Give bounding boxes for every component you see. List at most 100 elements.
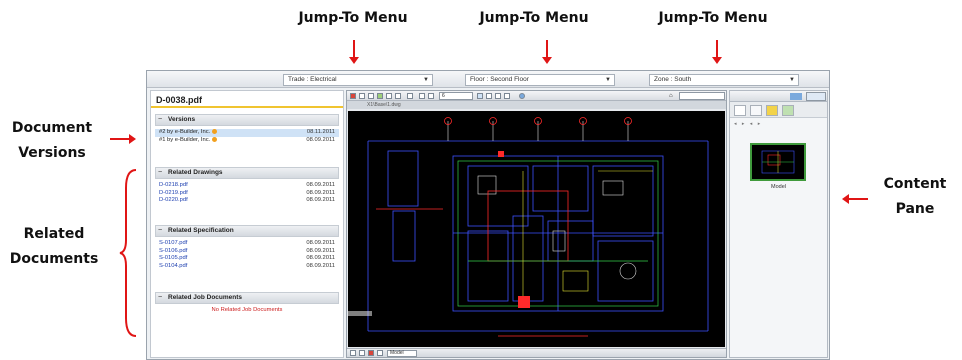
cad-drawing-canvas[interactable] [348, 111, 725, 347]
settings-icon[interactable] [377, 350, 383, 356]
help-icon[interactable] [519, 93, 525, 99]
floor-select-value: Floor : Second Floor [470, 76, 529, 83]
zone-select[interactable]: Zone : South ▼ [649, 74, 799, 86]
markup-tool-icon[interactable] [350, 93, 356, 99]
jump-to-menu-bar: Trade : Electrical ▼ Floor : Second Floor… [147, 71, 829, 88]
chevron-down-icon: ▼ [605, 77, 611, 83]
model-thumbnail-label: Model [771, 184, 786, 190]
model-thumbnail[interactable] [750, 143, 806, 181]
content-pane-label: Content Pane [872, 172, 958, 222]
related-drawing-date: 08.09.2011 [306, 197, 335, 203]
print-icon[interactable] [368, 93, 374, 99]
document-versions-label: Document Versions [0, 116, 104, 166]
undo-icon[interactable] [407, 93, 413, 99]
related-drawing-row[interactable]: D-0219.pdf 08.09.2011 [155, 190, 339, 198]
related-drawings-header[interactable]: Related Drawings [155, 167, 339, 179]
red-curly-brace [119, 169, 137, 337]
chevron-down-icon: ▼ [423, 77, 429, 83]
no-related-job-documents-text: No Related Job Documents [211, 307, 283, 313]
zone-select-value: Zone : South [654, 76, 692, 83]
version-row[interactable]: #2 by e-Builder, Inc. 08.11.2011 [155, 129, 339, 137]
drawing-path: X1\Base\1.dwg [347, 101, 726, 109]
document-title: D-0038.pdf [151, 91, 343, 108]
zoom-select[interactable]: 6 [439, 92, 473, 100]
version-date: 08.11.2011 [306, 129, 335, 135]
related-spec-row[interactable]: S-0104.pdf 08.09.2011 [155, 263, 339, 271]
related-spec-date: 08.09.2011 [306, 240, 335, 246]
related-drawing-link[interactable]: D-0219.pdf [159, 190, 188, 196]
zoom-in-icon[interactable] [486, 93, 492, 99]
related-drawing-row[interactable]: D-0220.pdf 08.09.2011 [155, 197, 339, 205]
nav-arrows-icon[interactable]: ◂ ▸ ◂ ▸ [734, 121, 778, 128]
jump-to-menu-label-2: Jump-To Menu [479, 10, 589, 26]
tab-markups[interactable] [782, 105, 794, 116]
save-icon[interactable] [359, 93, 365, 99]
cad-floor-plan [348, 117, 709, 337]
pan-icon[interactable] [350, 350, 356, 356]
tab-bookmarks[interactable] [750, 105, 762, 116]
layers-icon[interactable] [377, 93, 383, 99]
red-arrow-right [110, 134, 136, 144]
trade-select-value: Trade : Electrical [288, 76, 337, 83]
tab-layers[interactable] [766, 105, 778, 116]
content-pane-line-2: Pane [895, 201, 935, 217]
versions-header[interactable]: Versions [155, 114, 339, 126]
document-versions-line-1: Document [11, 120, 93, 136]
related-spec-date: 08.09.2011 [306, 262, 335, 269]
related-drawing-link[interactable]: D-0218.pdf [159, 182, 188, 188]
related-spec-link[interactable]: S-0104.pdf [159, 263, 187, 269]
content-pane-line-1: Content [883, 176, 947, 192]
related-specification-section: Related Specification S-0107.pdf 08.09.2… [155, 225, 339, 270]
related-drawing-date: 08.09.2011 [306, 189, 335, 196]
document-versions-line-2: Versions [18, 145, 86, 161]
related-job-documents-header[interactable]: Related Job Documents [155, 292, 339, 304]
status-dot-icon [212, 129, 218, 134]
jump-to-menu-label-1: Jump-To Menu [298, 10, 408, 26]
viewer-toolbar: 6 ⌂ [347, 91, 726, 101]
document-panel: D-0038.pdf Versions #2 by e-Builder, Inc… [150, 90, 344, 358]
drawing-viewer: 6 ⌂ X1\Base\1.dwg Model [346, 90, 727, 358]
grid-icon[interactable] [359, 350, 365, 356]
home-icon[interactable]: ⌂ [669, 93, 675, 99]
tab-thumbnails[interactable] [734, 105, 746, 116]
related-drawing-row[interactable]: D-0218.pdf 08.09.2011 [155, 182, 339, 190]
related-spec-row[interactable]: S-0106.pdf 08.09.2011 [155, 248, 339, 256]
zoom-out-icon[interactable] [495, 93, 501, 99]
related-spec-link[interactable]: S-0106.pdf [159, 248, 187, 254]
viewer-status-bar: Model [347, 348, 726, 357]
related-drawing-link[interactable]: D-0220.pdf [159, 197, 188, 203]
layout-select[interactable]: Model [387, 350, 417, 357]
related-job-documents-section: Related Job Documents No Related Job Doc… [155, 292, 339, 313]
search-icon[interactable] [504, 93, 510, 99]
related-documents-label: Related Documents [2, 222, 106, 272]
related-spec-link[interactable]: S-0107.pdf [159, 240, 187, 246]
stop-icon[interactable] [368, 350, 374, 356]
related-spec-date: 08.09.2011 [306, 247, 335, 254]
status-dot-icon [212, 136, 218, 142]
related-drawings-section: Related Drawings D-0218.pdf 08.09.2011 D… [155, 167, 339, 205]
related-spec-link[interactable]: S-0105.pdf [159, 255, 187, 261]
model-thumbnail-image [761, 150, 795, 174]
page-icon[interactable] [386, 93, 392, 99]
copy-icon[interactable] [395, 93, 401, 99]
view-icon[interactable] [428, 93, 434, 99]
trade-select[interactable]: Trade : Electrical ▼ [283, 74, 433, 86]
view-icon[interactable] [419, 93, 425, 99]
chevron-down-icon: ▼ [789, 77, 795, 83]
floor-select[interactable]: Floor : Second Floor ▼ [465, 74, 615, 86]
version-row[interactable]: #1 by e-Builder, Inc. 08.09.2011 [155, 136, 339, 145]
select-tool-icon[interactable] [477, 93, 483, 99]
related-specification-header[interactable]: Related Specification [155, 225, 339, 237]
version-label: #1 by e-Builder, Inc. [159, 136, 211, 143]
related-spec-row[interactable]: S-0105.pdf 08.09.2011 [155, 255, 339, 263]
related-documents-line-1: Related [23, 226, 85, 242]
content-pane: ◂ ▸ ◂ ▸ Model [729, 90, 828, 358]
viewer-search-input[interactable] [679, 92, 725, 100]
red-arrow-down-3 [712, 40, 722, 64]
jump-to-menu-label-3: Jump-To Menu [658, 10, 768, 26]
graphics-button[interactable] [806, 92, 826, 101]
red-arrow-down-1 [349, 40, 359, 64]
related-spec-row[interactable]: S-0107.pdf 08.09.2011 [155, 240, 339, 248]
related-documents-line-2: Documents [9, 251, 99, 267]
pane-options-icon[interactable] [790, 93, 802, 100]
